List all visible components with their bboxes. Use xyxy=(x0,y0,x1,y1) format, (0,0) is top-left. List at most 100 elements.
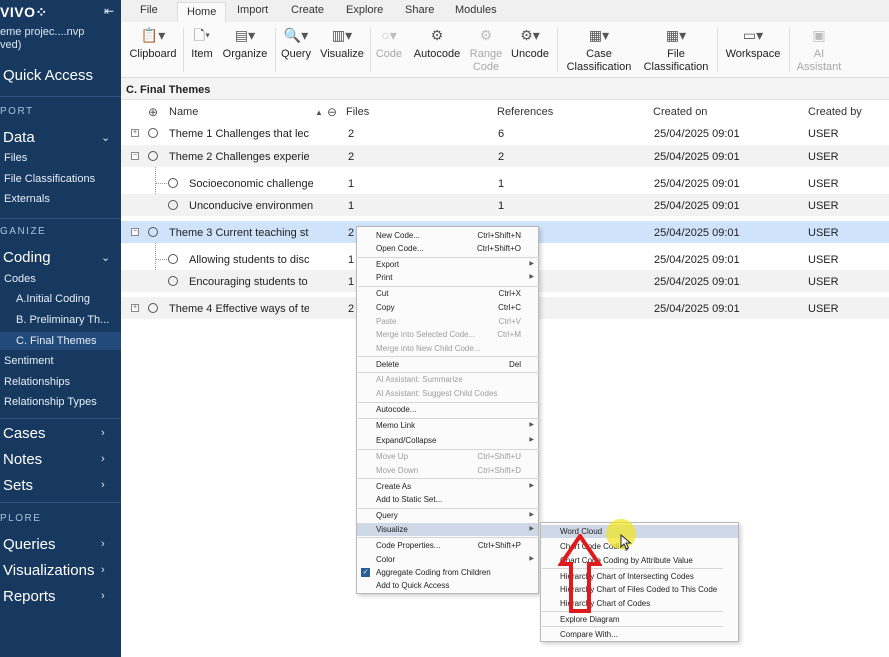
code-button[interactable]: ○▾ Code xyxy=(374,22,404,78)
menu-item-ai-summarize[interactable]: AI Assistant: Summarize xyxy=(357,373,538,386)
quick-access[interactable]: Quick Access xyxy=(3,67,93,84)
add-column-icon[interactable]: ⊕ xyxy=(148,105,158,119)
chevron-right-icon[interactable]: › xyxy=(101,427,105,439)
file-classification-button[interactable]: ▦▾ File Classification xyxy=(641,22,711,78)
tab-explore[interactable]: Explore xyxy=(346,4,383,16)
menu-item-merge-selected[interactable]: Merge into Selected Code... Ctrl+M xyxy=(357,328,538,341)
menu-item-visualize[interactable]: Visualize ▶ xyxy=(357,523,538,536)
chevron-right-icon[interactable]: › xyxy=(101,564,105,576)
menu-item-memo-link[interactable]: Memo Link ▶ xyxy=(357,419,538,432)
submenu-item-compare-with[interactable]: Compare With... xyxy=(541,628,738,641)
collapse-sidebar-icon[interactable]: ⇤ xyxy=(104,4,114,18)
menu-item-create-as[interactable]: Create As ▶ xyxy=(357,480,538,493)
chevron-down-icon[interactable]: ⌄ xyxy=(101,251,110,264)
ai-assistant-button[interactable]: ▣ AI Assistant xyxy=(794,22,844,78)
tab-share[interactable]: Share xyxy=(405,4,434,16)
submenu-arrow-icon: ▶ xyxy=(529,483,534,489)
tab-home[interactable]: Home xyxy=(177,2,227,22)
sidebar-group-coding[interactable]: Coding xyxy=(3,249,51,266)
tab-modules[interactable]: Modules xyxy=(455,4,497,16)
column-header-name[interactable]: Name xyxy=(169,106,198,118)
file-classification-label-line1: File xyxy=(667,48,685,60)
collapse-icon[interactable]: − xyxy=(131,228,139,236)
sidebar-item-initial-coding[interactable]: A.Initial Coding xyxy=(16,293,90,305)
link-icon[interactable]: ⊖ xyxy=(327,105,337,119)
sidebar-item-sentiment[interactable]: Sentiment xyxy=(4,355,54,367)
chevron-right-icon[interactable]: › xyxy=(101,538,105,550)
menu-item-add-to-static-set[interactable]: Add to Static Set... xyxy=(357,493,538,506)
menu-item-delete[interactable]: Delete Del xyxy=(357,358,538,371)
clipboard-button[interactable]: 📋▾ Clipboard xyxy=(128,22,178,78)
case-classification-button[interactable]: ▦▾ Case Classification xyxy=(564,22,634,78)
menu-item-merge-new-child[interactable]: Merge into New Child Code... xyxy=(357,342,538,355)
submenu-arrow-icon: ▶ xyxy=(529,526,534,532)
column-header-files[interactable]: Files xyxy=(346,106,369,118)
sidebar-item-relationships[interactable]: Relationships xyxy=(4,376,70,388)
sidebar-item-final-themes[interactable]: C. Final Themes xyxy=(0,332,121,350)
autocode-button[interactable]: ⚙ Autocode xyxy=(412,22,462,78)
sidebar-group-cases[interactable]: Cases xyxy=(3,425,46,442)
chevron-down-icon[interactable]: ⌄ xyxy=(101,131,110,144)
sidebar-group-reports[interactable]: Reports xyxy=(3,588,56,605)
menu-item-expand-collapse[interactable]: Expand/Collapse ▶ xyxy=(357,434,538,447)
menu-item-ai-suggest-child-codes[interactable]: AI Assistant: Suggest Child Codes xyxy=(357,387,538,400)
table-row[interactable]: + Theme 1 Challenges that lect 2 6 25/04… xyxy=(121,122,889,144)
sidebar-item-codes[interactable]: Codes xyxy=(4,273,36,285)
chevron-right-icon[interactable]: › xyxy=(101,479,105,491)
menu-item-move-down[interactable]: Move Down Ctrl+Shift+D xyxy=(357,464,538,477)
menu-item-copy[interactable]: Copy Ctrl+C xyxy=(357,301,538,314)
tab-create[interactable]: Create xyxy=(291,4,324,16)
menu-item-query[interactable]: Query ▶ xyxy=(357,509,538,522)
query-button[interactable]: 🔍▾ Query xyxy=(278,22,314,78)
menu-item-add-to-quick-access[interactable]: Add to Quick Access xyxy=(357,579,538,592)
organize-button[interactable]: ▤▾ Organize xyxy=(221,22,269,78)
menu-item-code-properties[interactable]: Code Properties... Ctrl+Shift+P xyxy=(357,539,538,552)
tab-import[interactable]: Import xyxy=(237,4,268,16)
uncode-button[interactable]: ⚙▾ Uncode xyxy=(509,22,551,78)
chevron-right-icon[interactable]: › xyxy=(101,453,105,465)
column-header-created-on[interactable]: Created on xyxy=(653,106,707,118)
column-header-created-by[interactable]: Created by xyxy=(808,106,862,118)
sidebar-item-files[interactable]: Files xyxy=(4,152,27,164)
sidebar-group-notes[interactable]: Notes xyxy=(3,451,42,468)
menu-item-open-code[interactable]: Open Code... Ctrl+Shift+O xyxy=(357,242,538,255)
sidebar-item-externals[interactable]: Externals xyxy=(4,193,50,205)
table-row[interactable]: Socioeconomic challenge 1 1 25/04/2025 0… xyxy=(121,172,889,194)
sidebar-group-queries[interactable]: Queries xyxy=(3,536,56,553)
menu-item-paste[interactable]: Paste Ctrl+V xyxy=(357,315,538,328)
menu-item-color[interactable]: Color ▶ xyxy=(357,553,538,566)
menu-item-new-code[interactable]: New Code... Ctrl+Shift+N xyxy=(357,229,538,242)
menu-item-cut[interactable]: Cut Ctrl+X xyxy=(357,287,538,300)
workspace-button[interactable]: ▭▾ Workspace xyxy=(722,22,784,78)
sidebar-group-visualizations[interactable]: Visualizations xyxy=(3,562,94,579)
tab-file[interactable]: File xyxy=(140,4,158,16)
menu-item-move-up[interactable]: Move Up Ctrl+Shift+U xyxy=(357,450,538,463)
table-row[interactable]: − Theme 2 Challenges experien 2 2 25/04/… xyxy=(121,145,889,167)
submenu-item-explore-diagram[interactable]: Explore Diagram xyxy=(541,613,738,626)
menu-item-print[interactable]: Print ▶ xyxy=(357,271,538,284)
sidebar-group-data[interactable]: Data xyxy=(3,129,35,146)
column-header-references[interactable]: References xyxy=(497,106,553,118)
sidebar-item-relationship-types[interactable]: Relationship Types xyxy=(4,396,97,408)
sidebar-group-sets[interactable]: Sets xyxy=(3,477,33,494)
sidebar-item-preliminary-themes[interactable]: B. Preliminary Th... xyxy=(16,314,109,326)
row-name: Encouraging students to xyxy=(189,276,308,288)
project-name[interactable]: eme projec....nvp ved) xyxy=(0,26,84,52)
case-classification-icon: ▦▾ xyxy=(588,27,610,43)
section-import-label: PORT xyxy=(0,106,34,117)
range-code-button[interactable]: ⚙ Range Code xyxy=(468,22,504,78)
sort-ascending-icon[interactable]: ▲ xyxy=(315,108,323,117)
chevron-right-icon[interactable]: › xyxy=(101,590,105,602)
table-row[interactable]: Unconducive environmen 1 1 25/04/2025 09… xyxy=(121,194,889,216)
submenu-arrow-icon: ▶ xyxy=(529,556,534,562)
menu-item-aggregate-coding[interactable]: ✓ Aggregate Coding from Children xyxy=(357,566,538,579)
expand-icon[interactable]: + xyxy=(131,304,139,312)
sidebar-item-file-classifications[interactable]: File Classifications xyxy=(4,173,95,185)
expand-icon[interactable]: + xyxy=(131,129,139,137)
code-node-icon xyxy=(148,303,158,313)
collapse-icon[interactable]: − xyxy=(131,152,139,160)
visualize-button[interactable]: ▥▾ Visualize xyxy=(319,22,365,78)
item-button[interactable]: 🗋▾ Item xyxy=(187,22,217,78)
menu-item-autocode[interactable]: Autocode... xyxy=(357,403,538,416)
menu-item-export[interactable]: Export ▶ xyxy=(357,258,538,271)
